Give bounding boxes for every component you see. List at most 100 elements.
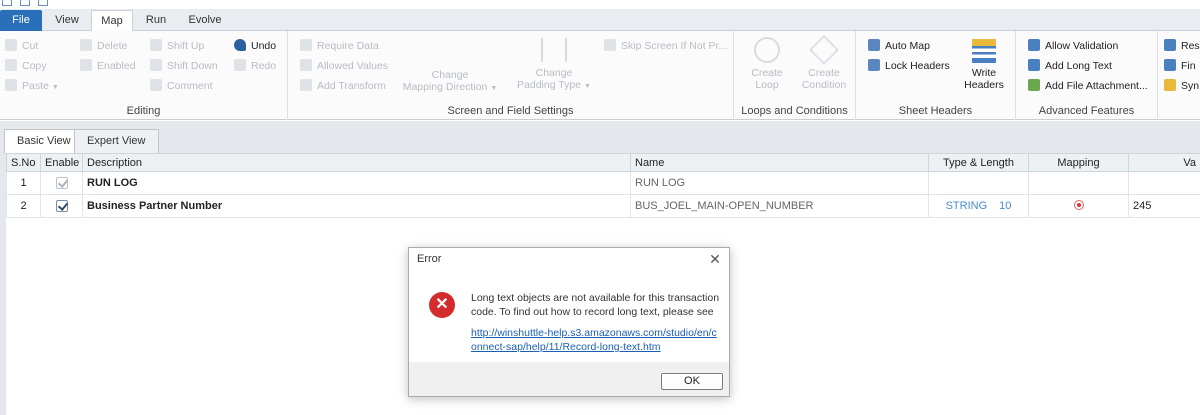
change-padding-type-button[interactable]: Change Padding Type ▼ [502,37,606,93]
write-headers-label-1: Write [971,67,997,79]
table-row[interactable]: 1 RUN LOG RUN LOG [6,171,1200,195]
paste-icon [5,79,17,91]
allowed-values-button[interactable]: Allowed Values [300,58,388,74]
row-description[interactable]: RUN LOG [82,171,631,195]
quick-access-toolbar [0,0,1200,9]
advanced-features-title: Advanced Features [1038,105,1135,117]
tab-evolve[interactable]: Evolve [182,10,228,31]
tab-view[interactable]: View [48,10,86,31]
enable-checkbox[interactable] [55,200,68,213]
add-file-attachment-button[interactable]: Add File Attachment... [1028,78,1148,94]
skip-screen-icon [604,39,616,51]
row-type: STRING [945,200,988,212]
open-icon[interactable] [38,0,48,6]
extra-button-3[interactable]: Syn [1164,78,1199,94]
redo-button[interactable]: Redo [234,58,276,74]
help-link[interactable]: http://winshuttle-help.s3.amazonaws.com/… [471,326,721,354]
change-mapping-direction-button[interactable]: Change Mapping Direction ▼ [400,69,500,95]
app-icon [2,0,12,6]
col-header-type-length[interactable]: Type & Length [928,153,1029,172]
close-icon[interactable]: ✕ [707,251,723,267]
col-header-value[interactable]: Va [1128,153,1200,172]
extra-label-3: Syn [1181,80,1200,92]
row-type-length [928,171,1029,195]
row-description[interactable]: Business Partner Number [82,194,631,218]
require-data-button[interactable]: Require Data [300,38,379,54]
row-enable-cell [40,171,83,195]
menu-bar: File View Map Run Evolve [0,9,1200,32]
create-loop-button[interactable]: Create Loop [742,37,792,91]
chevron-down-icon: ▼ [51,84,59,91]
delete-button[interactable]: Delete [80,38,127,54]
tab-expert-view[interactable]: Expert View [74,129,159,153]
skip-screen-button[interactable]: Skip Screen If Not Pr... [604,38,727,54]
dialog-title-bar: Error ✕ [409,248,729,272]
add-long-text-button[interactable]: Add Long Text [1028,58,1112,74]
allowed-values-label: Allowed Values [317,60,389,72]
skip-screen-label: Skip Screen If Not Pr... [621,40,728,52]
tab-map[interactable]: Map [91,10,133,32]
chevron-down-icon: ▼ [584,83,591,90]
mapping-table: S.No Enable Description Name Type & Leng… [6,153,1200,218]
require-data-label: Require Data [317,40,379,52]
save-icon[interactable] [20,0,30,6]
write-headers-label-2: Headers [964,79,1004,91]
lock-headers-icon [868,59,880,71]
error-dialog: Error ✕ ✕ Long text objects are not avai… [408,247,730,397]
enable-checkbox[interactable] [55,177,68,190]
col-header-mapping[interactable]: Mapping [1028,153,1129,172]
extra-button-1[interactable]: Res [1164,38,1200,54]
row-name[interactable]: BUS_JOEL_MAIN-OPEN_NUMBER [630,194,929,218]
comment-label: Comment [167,80,213,92]
shift-up-label: Shift Up [167,40,205,52]
row-name[interactable]: RUN LOG [630,171,929,195]
tab-basic-view[interactable]: Basic View [4,129,84,153]
view-tab-bar: Basic View Expert View [0,121,1200,153]
padding-icon [541,37,567,63]
write-headers-button[interactable]: Write Headers [960,39,1008,91]
check-icon [80,59,92,71]
auto-map-label: Auto Map [885,40,930,52]
row-mapping[interactable] [1028,194,1129,218]
change-mapping-direction-label-2: Mapping Direction [402,81,488,93]
create-condition-button[interactable]: Create Condition [796,35,852,91]
change-padding-type-label-1: Change [535,67,573,79]
lock-headers-button[interactable]: Lock Headers [868,58,950,74]
shift-down-button[interactable]: Shift Down [150,58,218,74]
dialog-body: ✕ Long text objects are not available fo… [409,272,729,362]
redo-label: Redo [251,60,277,72]
col-header-name[interactable]: Name [630,153,929,172]
extra-label-1: Res [1181,40,1200,52]
loops-conditions-group: Create Loop Create Condition Loops and C… [734,31,856,120]
col-header-description[interactable]: Description [82,153,631,172]
tab-run[interactable]: Run [137,10,175,31]
tab-file[interactable]: File [0,10,42,31]
copy-button[interactable]: Copy [5,58,47,74]
paste-button[interactable]: Paste ▼ [5,78,59,94]
extra-button-2[interactable]: Fin [1164,58,1196,74]
col-header-sno[interactable]: S.No [6,153,41,172]
cut-button[interactable]: Cut [5,38,38,54]
row-value[interactable]: 245 [1128,194,1200,218]
copy-icon [5,59,17,71]
condition-icon [809,35,839,65]
allowed-values-icon [300,59,312,71]
row-mapping[interactable] [1028,171,1129,195]
row-length: 10 [999,200,1012,212]
enabled-button[interactable]: Enabled [80,58,136,74]
auto-map-button[interactable]: Auto Map [868,38,930,54]
col-header-enable[interactable]: Enable [40,153,83,172]
add-transform-button[interactable]: Add Transform [300,78,386,94]
shift-up-button[interactable]: Shift Up [150,38,204,54]
pin-icon[interactable] [1073,199,1084,210]
table-row[interactable]: 2 Business Partner Number BUS_JOEL_MAIN-… [6,194,1200,218]
long-text-icon [1028,59,1040,71]
sheet-headers-group: Auto Map Lock Headers Write Headers Shee… [856,31,1016,120]
undo-button[interactable]: Undo [234,38,276,54]
comment-icon [150,79,162,91]
allow-validation-button[interactable]: Allow Validation [1028,38,1118,54]
ok-button[interactable]: OK [661,373,723,390]
comment-button[interactable]: Comment [150,78,213,94]
row-value[interactable] [1128,171,1200,195]
transform-icon [300,79,312,91]
